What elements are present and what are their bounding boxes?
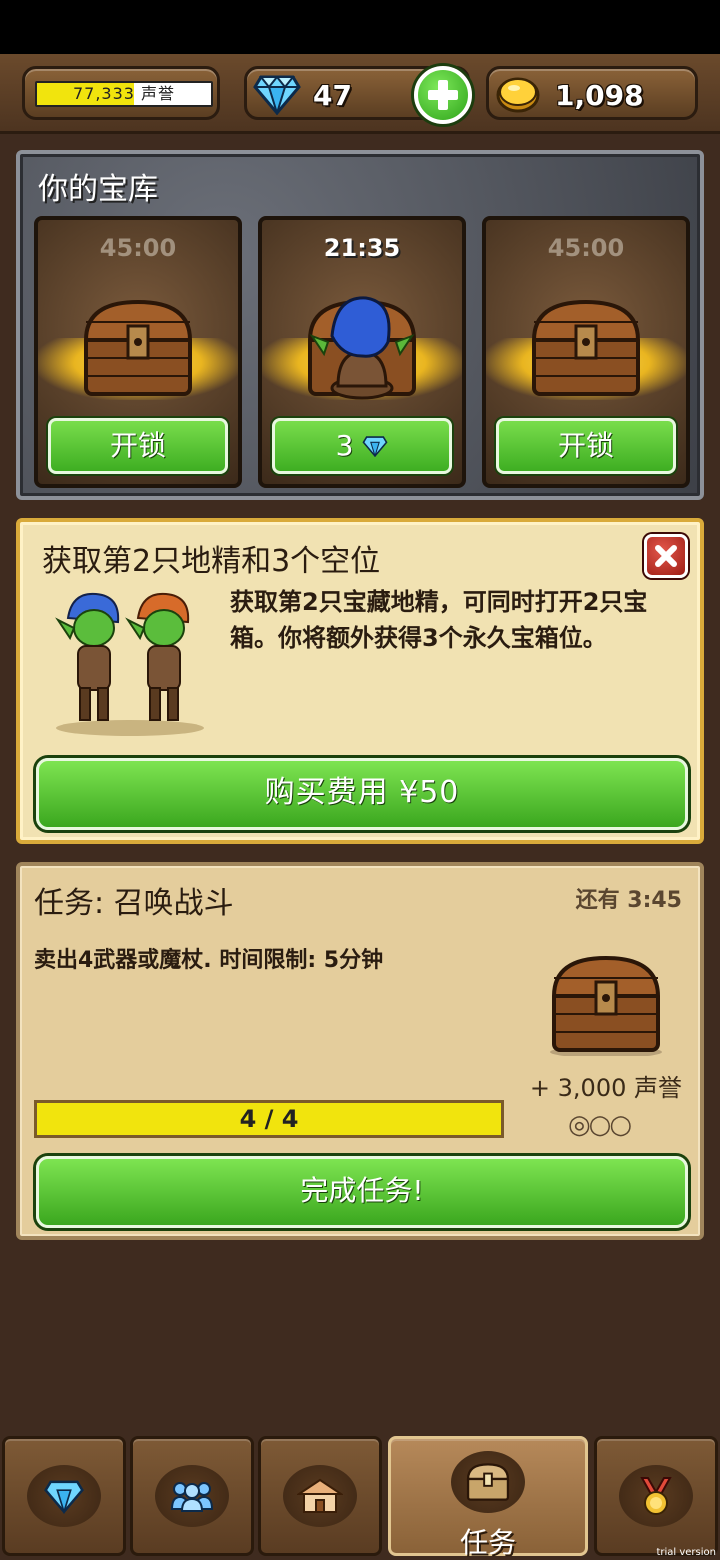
slot-timer: 45:00 <box>99 234 177 262</box>
quest-progress-bar: 4 / 4 <box>34 1100 504 1138</box>
chest-icon <box>83 299 193 396</box>
bottom-nav: 任务 <box>0 1432 720 1560</box>
diamond-icon <box>253 73 301 119</box>
tab-achievements[interactable] <box>594 1436 718 1556</box>
nav-icon-frame <box>283 1465 357 1527</box>
house-icon <box>297 1478 343 1513</box>
goblin-offer-panel: 获取第2只地精和3个空位 获取第2只宝藏地精，可同时打开2只宝箱。你将额外获得3… <box>16 518 704 844</box>
quest-panel: 任务: 召唤战斗 还有 3:45 卖出4武器或魔杖. 时间限制: 5分钟 + 3… <box>16 862 704 1240</box>
quest-progress-text: 4 / 4 <box>239 1105 299 1133</box>
chest-icon <box>550 955 662 1056</box>
coin-counter[interactable]: 1,098 <box>486 66 698 120</box>
buy-button[interactable]: 购买费用 ¥50 <box>36 758 688 830</box>
chest-icon <box>531 299 641 396</box>
gem-value: 47 <box>313 79 352 112</box>
nav-icon-frame <box>619 1465 693 1527</box>
vault-slot-3[interactable]: 45:00 开锁 <box>482 216 690 488</box>
plus-icon <box>428 80 458 110</box>
slot-timer: 21:35 <box>323 234 401 262</box>
offer-description: 获取第2只宝藏地精，可同时打开2只宝箱。你将额外获得3个永久宝箱位。 <box>230 588 648 652</box>
coin-value: 1,098 <box>555 79 644 112</box>
goblins-icon <box>55 592 204 736</box>
goblin-on-chest-icon <box>307 296 417 400</box>
close-button[interactable] <box>644 534 688 578</box>
fame-value: 77,333 <box>72 84 135 103</box>
unlock-button[interactable]: 开锁 <box>496 418 676 474</box>
tab-shop[interactable] <box>258 1436 382 1556</box>
tab-quests-label: 任务 <box>459 1526 516 1559</box>
medal-icon <box>640 1477 672 1515</box>
tab-gems[interactable] <box>2 1436 126 1556</box>
chest-icon <box>466 1463 510 1501</box>
speedup-button[interactable]: 3 <box>272 418 452 474</box>
unlock-button[interactable]: 开锁 <box>48 418 228 474</box>
quest-description: 卖出4武器或魔杖. 时间限制: 5分钟 <box>34 948 384 973</box>
slot-timer: 45:00 <box>547 234 625 262</box>
tab-staff[interactable] <box>130 1436 254 1556</box>
close-icon <box>655 545 677 567</box>
tab-quests[interactable]: 任务 <box>388 1436 588 1559</box>
vault-slot-2[interactable]: 21:35 3 <box>258 216 466 488</box>
vault-slot-1[interactable]: 45:00 开锁 <box>34 216 242 488</box>
fame-progress-bar: 77,333 声誉 <box>35 81 213 107</box>
status-bar <box>0 0 720 54</box>
quest-title: 任务: 召唤战斗 <box>34 886 234 921</box>
fame-text: 77,333 声誉 <box>37 83 211 105</box>
quest-rank-indicator: ◎○○ <box>568 1110 632 1140</box>
fame-meter[interactable]: 77,333 声誉 <box>22 66 220 120</box>
coin-icon <box>495 75 541 119</box>
nav-icon-frame <box>155 1465 229 1527</box>
resource-bar: 77,333 声誉 47 1,098 <box>0 54 720 134</box>
fame-unit: 声誉 <box>141 84 176 103</box>
diamond-icon <box>44 1480 84 1514</box>
vault-title: 你的宝库 <box>38 172 158 207</box>
offer-title: 获取第2只地精和3个空位 <box>42 544 381 579</box>
vault-panel: 你的宝库 45:00 开锁 21:35 3 45:00 开锁 <box>16 150 704 500</box>
diamond-icon <box>362 436 388 458</box>
watermark: trial version <box>656 1547 716 1558</box>
buy-gems-button[interactable] <box>414 66 472 124</box>
quest-reward: + 3,000 声誉 <box>529 1074 682 1102</box>
speedup-cost: 3 <box>335 429 354 462</box>
complete-quest-button[interactable]: 完成任务! <box>36 1156 688 1228</box>
people-icon <box>170 1482 214 1512</box>
quest-time-left: 还有 3:45 <box>575 888 682 913</box>
nav-icon-frame <box>451 1451 525 1513</box>
nav-icon-frame <box>27 1465 101 1527</box>
